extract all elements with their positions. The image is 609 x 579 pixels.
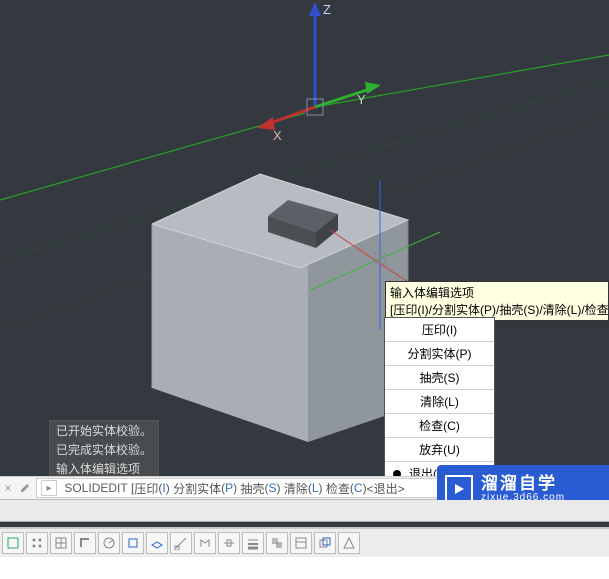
option-menu[interactable]: 压印(I) 分割实体(P) 抽壳(S) 清除(L) 检查(C) 放弃(U) 退出… xyxy=(384,317,495,486)
status-btn-3dosnap[interactable] xyxy=(146,532,168,554)
command-history: 已开始实体校验。 已完成实体校验。 输入体编辑选项 xyxy=(49,420,159,479)
opt-shell[interactable]: 抽壳(S) xyxy=(385,366,494,390)
status-btn-lw[interactable] xyxy=(242,532,264,554)
status-btn-trans[interactable] xyxy=(266,532,288,554)
ucs-gizmo: Z Y X xyxy=(245,0,405,120)
svg-text:X: X xyxy=(273,128,282,143)
cmd-prefix-icon: ▸ xyxy=(41,480,57,496)
play-icon xyxy=(445,475,473,503)
status-btn-snap[interactable] xyxy=(26,532,48,554)
close-icon[interactable]: × xyxy=(0,481,16,495)
status-btn-grid[interactable] xyxy=(50,532,72,554)
prompt-title: 输入体编辑选项 xyxy=(390,284,604,301)
history-line: 已开始实体校验。 xyxy=(50,421,158,440)
viewport-3d[interactable]: Z Y X xyxy=(0,0,609,496)
status-bar xyxy=(0,527,609,557)
history-line: 已完成实体校验。 xyxy=(50,440,158,459)
status-btn-anno[interactable] xyxy=(338,532,360,554)
customize-icon[interactable] xyxy=(16,480,36,497)
watermark-brand: 溜溜自学 xyxy=(481,475,565,493)
opt-imprint[interactable]: 压印(I) xyxy=(385,318,494,342)
status-btn-ortho[interactable] xyxy=(74,532,96,554)
prompt-detail: [压印(I)/分割实体(P)/抽壳(S)/清除(L)/检查 xyxy=(390,301,604,318)
status-btn-dyn[interactable] xyxy=(218,532,240,554)
layout-tab-strip[interactable] xyxy=(0,500,609,522)
opt-undo[interactable]: 放弃(U) xyxy=(385,438,494,462)
opt-check[interactable]: 检查(C) xyxy=(385,414,494,438)
status-btn-sc[interactable] xyxy=(314,532,336,554)
status-btn-polar[interactable] xyxy=(98,532,120,554)
svg-text:Y: Y xyxy=(357,92,366,107)
opt-separate[interactable]: 分割实体(P) xyxy=(385,342,494,366)
svg-text:Z: Z xyxy=(323,2,331,17)
status-btn-otrack[interactable] xyxy=(170,532,192,554)
status-btn-osnap[interactable] xyxy=(122,532,144,554)
opt-clean[interactable]: 清除(L) xyxy=(385,390,494,414)
dynamic-input-prompt: 输入体编辑选项 [压印(I)/分割实体(P)/抽壳(S)/清除(L)/检查 xyxy=(385,281,609,321)
cmd-name: SOLIDEDIT xyxy=(64,481,127,495)
bottom-gap xyxy=(0,557,609,579)
status-btn-qp[interactable] xyxy=(290,532,312,554)
status-btn-ducs[interactable] xyxy=(194,532,216,554)
status-btn-infer[interactable] xyxy=(2,532,24,554)
